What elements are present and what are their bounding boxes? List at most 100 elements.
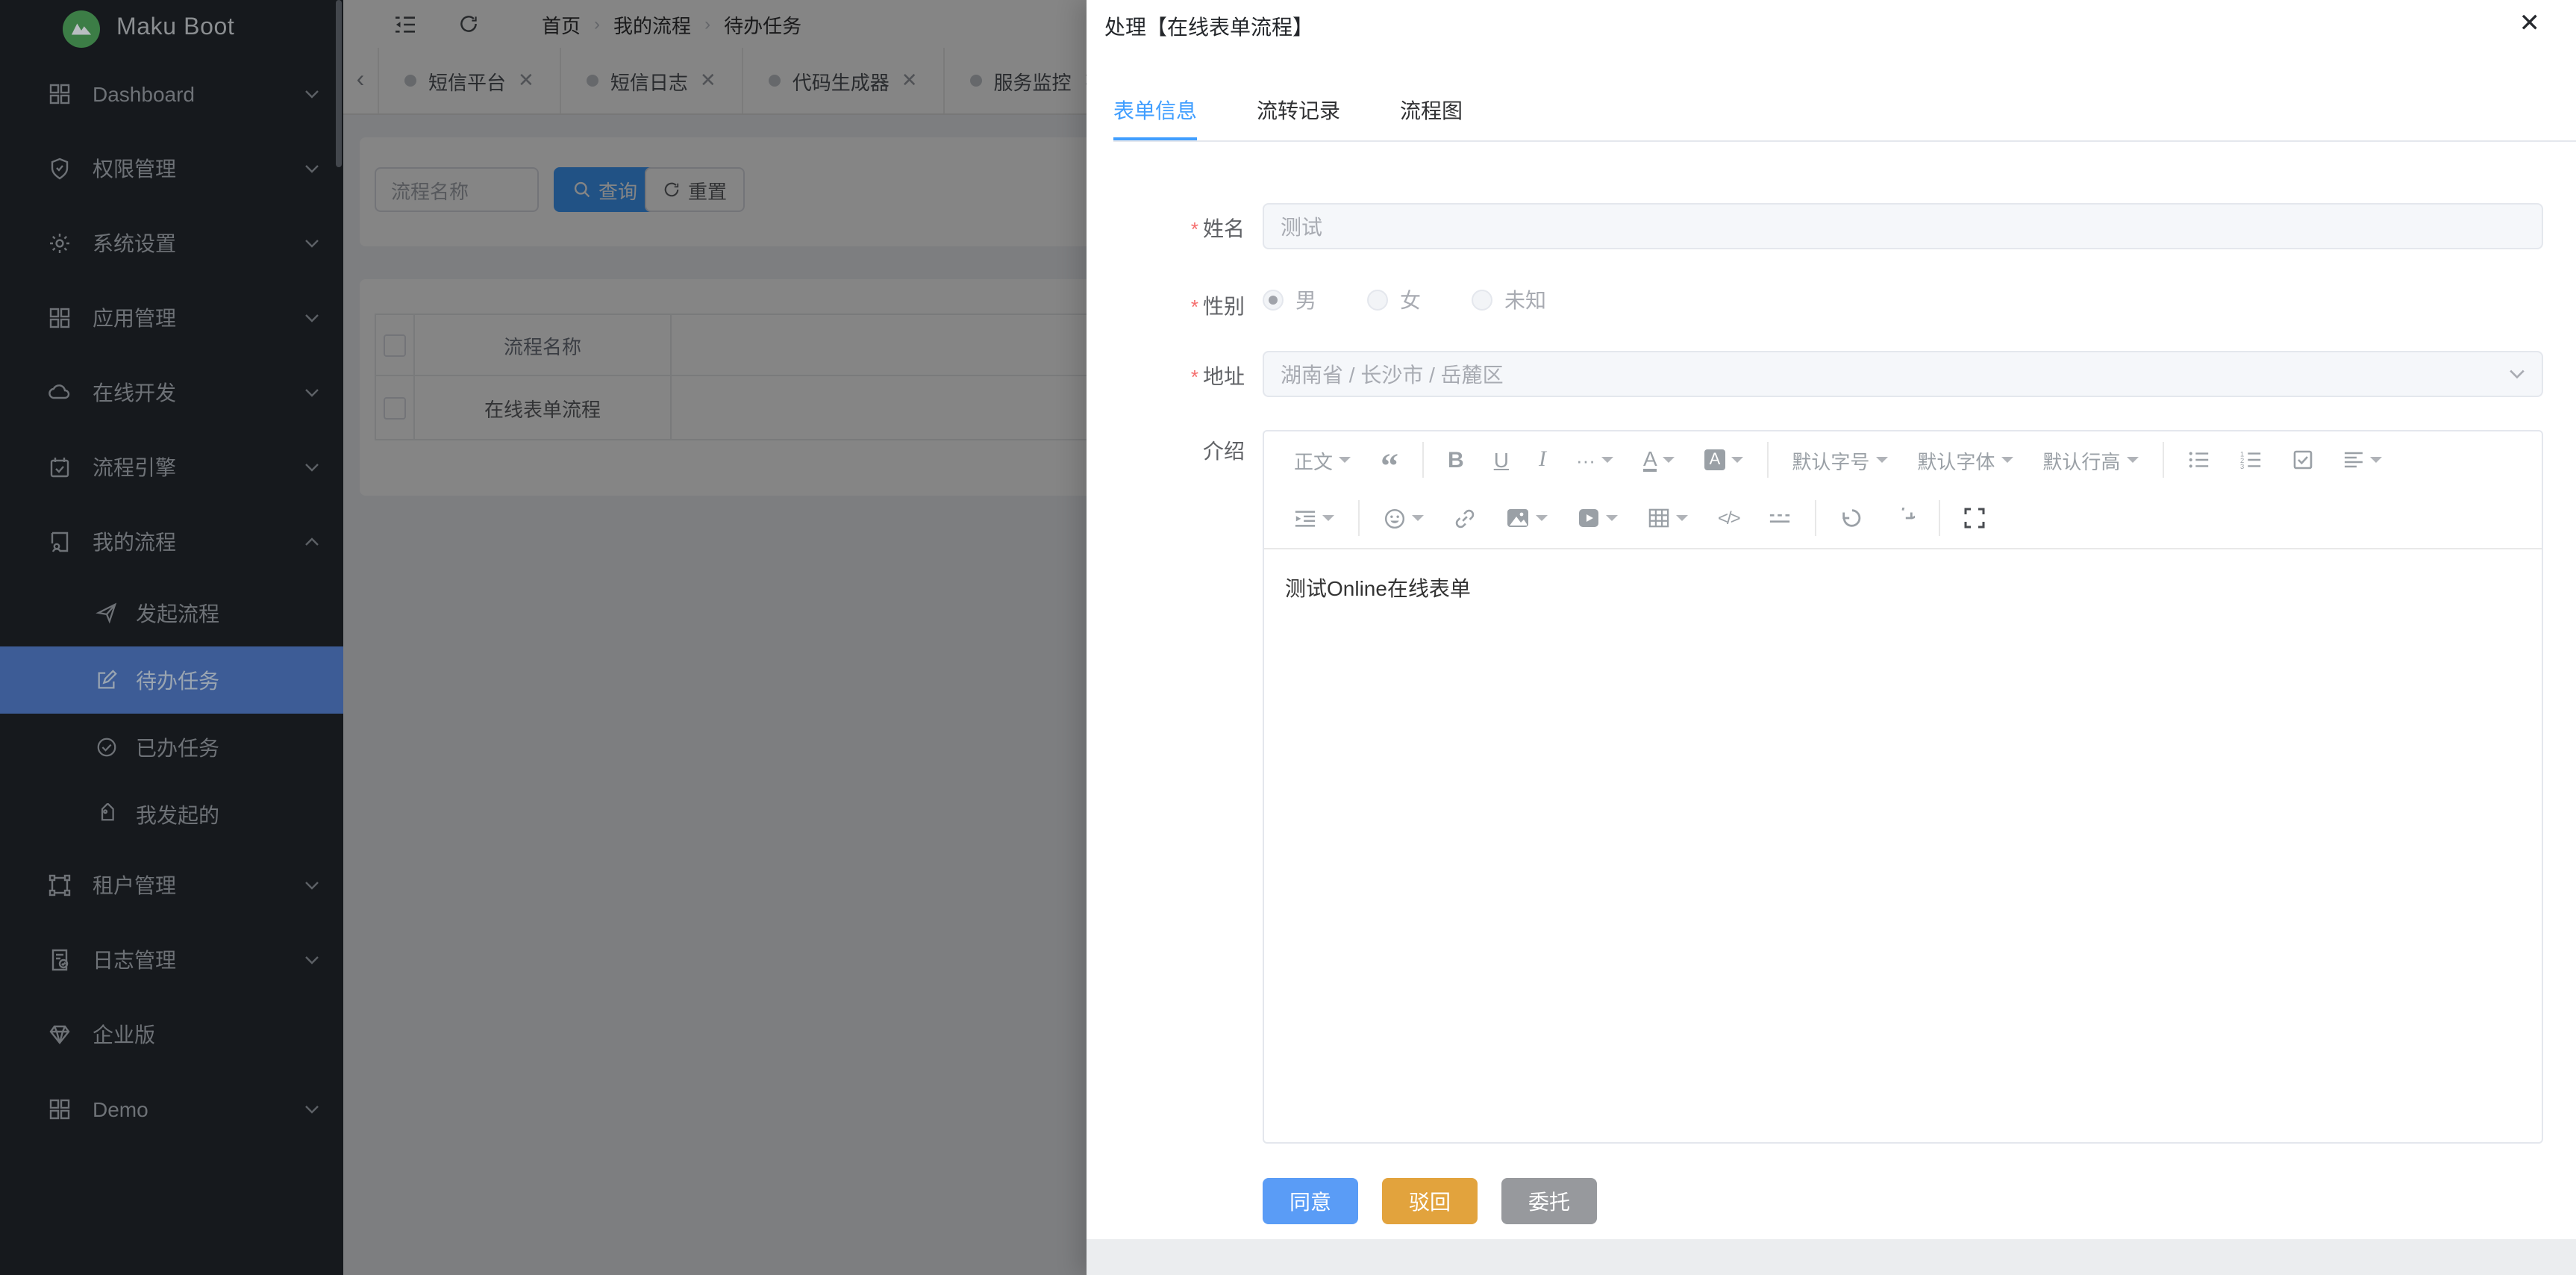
caret-down-icon [1676, 515, 1688, 521]
check-circle-icon [96, 736, 118, 758]
caret-down-icon [1601, 457, 1613, 463]
document-check-icon [48, 948, 72, 972]
sidebar: Maku Boot Dashboard 权限管理 系统设置 应用管理 [0, 0, 343, 1275]
sidebar-item-initiated-by-me[interactable]: 我发起的 [0, 781, 343, 848]
gender-field-label: *性别 [1087, 291, 1245, 321]
radio-female[interactable]: 女 [1367, 285, 1421, 315]
sidebar-item-done-tasks[interactable]: 已办任务 [0, 714, 343, 781]
video-dropdown[interactable] [1563, 508, 1633, 529]
bullet-list-icon[interactable] [2172, 449, 2225, 470]
ordered-list-icon[interactable]: 123 [2225, 449, 2277, 470]
blockquote-icon[interactable]: “ [1366, 445, 1413, 475]
grid-icon [48, 1097, 72, 1121]
svg-text:3: 3 [2239, 463, 2243, 470]
italic-icon[interactable]: I [1524, 447, 1561, 473]
chevron-down-icon [2509, 369, 2525, 379]
sidebar-item-start-process[interactable]: 发起流程 [0, 579, 343, 646]
sidebar-item-todo-tasks[interactable]: 待办任务 [0, 646, 343, 714]
chevron-down-icon [304, 881, 319, 890]
line-height-dropdown[interactable]: 默认行高 [2028, 446, 2153, 474]
sidebar-item-dashboard[interactable]: Dashboard [0, 57, 343, 131]
sidebar-item-workflow-engine[interactable]: 流程引擎 [0, 430, 343, 505]
logo-mountain-icon [63, 10, 100, 47]
caret-down-icon [1536, 515, 1548, 521]
sidebar-item-demo[interactable]: Demo [0, 1072, 343, 1147]
chevron-down-icon [304, 314, 319, 322]
highlight-color-dropdown[interactable]: A [1690, 449, 1758, 470]
sidebar-item-system-settings[interactable]: 系统设置 [0, 206, 343, 281]
chevron-down-icon [304, 388, 319, 397]
sidebar-item-log-management[interactable]: 日志管理 [0, 923, 343, 997]
approve-button[interactable]: 同意 [1263, 1178, 1358, 1224]
chevron-up-icon [304, 537, 319, 546]
caret-down-icon [1412, 515, 1424, 521]
tab-flow-records[interactable]: 流转记录 [1257, 82, 1340, 140]
underline-icon[interactable]: U [1479, 448, 1524, 472]
align-dropdown[interactable] [2328, 451, 2396, 469]
grid-icon [48, 306, 72, 330]
drawer-bottom-scrollbar[interactable] [1087, 1239, 2576, 1275]
delegate-button[interactable]: 委托 [1501, 1178, 1597, 1224]
sidebar-item-tenant-management[interactable]: 租户管理 [0, 848, 343, 923]
app-logo[interactable]: Maku Boot [0, 0, 343, 57]
fullscreen-icon[interactable] [1950, 508, 2001, 529]
required-asterisk: * [1191, 218, 1198, 240]
sidebar-item-online-dev[interactable]: 在线开发 [0, 355, 343, 430]
indent-dropdown[interactable] [1279, 508, 1349, 528]
sidebar-item-permissions[interactable]: 权限管理 [0, 131, 343, 206]
chevron-down-icon [304, 1105, 319, 1114]
undo-icon[interactable] [1826, 508, 1878, 529]
paragraph-style-dropdown[interactable]: 正文 [1279, 446, 1366, 474]
calendar-check-icon [48, 455, 72, 479]
app-window: Maku Boot Dashboard 权限管理 系统设置 应用管理 [0, 0, 2576, 1275]
gender-radio-group: 男 女 未知 [1263, 281, 1546, 319]
editor-content[interactable]: 测试Online在线表单 [1264, 549, 2542, 1142]
document-user-icon [48, 530, 72, 554]
radio-icon [1367, 290, 1388, 311]
drawer-actions: 同意 驳回 委托 [1263, 1178, 1597, 1224]
close-icon[interactable]: ✕ [2519, 10, 2541, 36]
address-cascader[interactable]: 湖南省 / 长沙市 / 岳麓区 [1263, 351, 2543, 397]
sidebar-item-my-workflow[interactable]: 我的流程 [0, 505, 343, 579]
rich-text-editor: 正文 “ B U I ··· A A 默认字号 默认字体 默认行高 123 [1263, 430, 2543, 1144]
sidebar-item-app-management[interactable]: 应用管理 [0, 281, 343, 355]
editor-toolbar-row-1: 正文 “ B U I ··· A A 默认字号 默认字体 默认行高 123 [1264, 431, 2542, 488]
edit-icon [96, 669, 118, 691]
more-styles-dropdown[interactable]: ··· [1561, 449, 1628, 471]
code-block-icon[interactable]: </> [1703, 508, 1754, 529]
link-icon[interactable] [1439, 507, 1491, 529]
font-color-dropdown[interactable]: A [1628, 448, 1690, 472]
sidebar-item-enterprise[interactable]: 企业版 [0, 997, 343, 1072]
cloud-icon [48, 381, 72, 405]
toolbar-divider [1816, 500, 1817, 536]
sidebar-scrollbar[interactable] [336, 0, 342, 167]
font-family-dropdown[interactable]: 默认字体 [1902, 446, 2028, 474]
chevron-down-icon [304, 956, 319, 964]
name-input[interactable]: 测试 [1263, 203, 2543, 249]
reject-button[interactable]: 驳回 [1382, 1178, 1478, 1224]
chevron-down-icon [304, 90, 319, 99]
caret-down-icon [1606, 515, 1618, 521]
gear-icon [48, 231, 72, 255]
editor-toolbar-row-2: </> [1264, 488, 2542, 549]
bold-icon[interactable]: B [1433, 447, 1479, 473]
table-dropdown[interactable] [1633, 508, 1703, 529]
toolbar-divider [1422, 442, 1424, 478]
tab-form-info[interactable]: 表单信息 [1113, 82, 1197, 140]
name-field-label: *姓名 [1087, 213, 1245, 243]
drawer-tabs: 表单信息 流转记录 流程图 [1113, 82, 2576, 142]
caret-down-icon [1322, 515, 1334, 521]
caret-down-icon [2001, 457, 2013, 463]
tab-flow-diagram[interactable]: 流程图 [1400, 82, 1463, 140]
horizontal-rule-icon[interactable] [1754, 511, 1807, 526]
redo-icon[interactable] [1878, 508, 1931, 529]
emoji-dropdown[interactable] [1369, 507, 1439, 529]
sidebar-menu: Dashboard 权限管理 系统设置 应用管理 在线开发 [0, 57, 343, 1147]
chevron-down-icon [304, 164, 319, 173]
toolbar-divider [2162, 442, 2163, 478]
radio-unknown[interactable]: 未知 [1472, 285, 1546, 315]
radio-male[interactable]: 男 [1263, 285, 1316, 315]
image-dropdown[interactable] [1491, 508, 1563, 529]
todo-list-icon[interactable] [2277, 449, 2328, 470]
font-size-dropdown[interactable]: 默认字号 [1777, 446, 1902, 474]
